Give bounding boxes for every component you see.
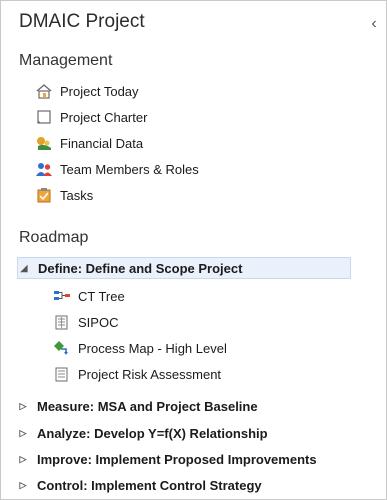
sipoc-icon bbox=[53, 314, 71, 330]
roadmap-phase-analyze[interactable]: ▷ Analyze: Develop Y=f(X) Relationship bbox=[17, 422, 268, 444]
management-heading: Management bbox=[19, 52, 113, 69]
risk-doc-icon bbox=[53, 366, 71, 382]
phase-label: Define: Define and Scope Project bbox=[38, 260, 243, 276]
collapsed-arrow-icon[interactable]: ▷ bbox=[17, 480, 29, 491]
coins-icon bbox=[35, 135, 53, 151]
nav-item-label: Project Charter bbox=[60, 109, 148, 125]
nav-item-process-map[interactable]: Process Map - High Level bbox=[53, 337, 227, 359]
nav-item-label: SIPOC bbox=[78, 314, 119, 330]
process-map-icon bbox=[53, 340, 71, 356]
nav-item-team-members[interactable]: Team Members & Roles bbox=[35, 158, 199, 180]
nav-item-project-today[interactable]: Project Today bbox=[35, 80, 139, 102]
collapsed-arrow-icon[interactable]: ▷ bbox=[17, 454, 29, 465]
nav-item-tasks[interactable]: Tasks bbox=[35, 184, 93, 206]
tasks-icon bbox=[35, 187, 53, 203]
panel-title: DMAIC Project bbox=[19, 11, 145, 32]
expanded-arrow-icon[interactable]: ◢ bbox=[18, 263, 30, 274]
collapse-panel-button[interactable]: ‹ bbox=[367, 15, 381, 33]
nav-item-label: Project Risk Assessment bbox=[78, 366, 222, 382]
nav-item-financial-data[interactable]: Financial Data bbox=[35, 132, 143, 154]
nav-item-label: Project Today bbox=[60, 83, 139, 99]
phase-label: Measure: MSA and Project Baseline bbox=[37, 398, 258, 414]
roadmap-phase-improve[interactable]: ▷ Improve: Implement Proposed Improvemen… bbox=[17, 448, 317, 470]
dmaic-project-panel: DMAIC Project ‹ Management Project Today… bbox=[0, 0, 387, 500]
phase-label: Analyze: Develop Y=f(X) Relationship bbox=[37, 425, 268, 441]
nav-item-label: Process Map - High Level bbox=[78, 340, 227, 356]
roadmap-phase-measure[interactable]: ▷ Measure: MSA and Project Baseline bbox=[17, 395, 258, 417]
collapsed-arrow-icon[interactable]: ▷ bbox=[17, 401, 29, 412]
nav-item-label: Team Members & Roles bbox=[60, 161, 199, 177]
nav-item-ct-tree[interactable]: CT Tree bbox=[53, 285, 125, 307]
house-icon bbox=[35, 83, 53, 99]
people-icon bbox=[35, 161, 53, 177]
collapsed-arrow-icon[interactable]: ▷ bbox=[17, 428, 29, 439]
roadmap-heading: Roadmap bbox=[19, 229, 89, 246]
nav-item-label: Tasks bbox=[60, 187, 94, 203]
phase-label: Control: Implement Control Strategy bbox=[37, 477, 262, 493]
phase-label: Improve: Implement Proposed Improvements bbox=[37, 451, 317, 467]
nav-item-sipoc[interactable]: SIPOC bbox=[53, 311, 118, 333]
nav-item-label: CT Tree bbox=[78, 288, 125, 304]
nav-item-project-charter[interactable]: Project Charter bbox=[35, 106, 147, 128]
roadmap-phase-define[interactable]: ◢ Define: Define and Scope Project bbox=[17, 257, 351, 279]
ct-tree-icon bbox=[53, 288, 71, 304]
document-icon bbox=[35, 109, 53, 125]
nav-item-label: Financial Data bbox=[60, 135, 144, 151]
nav-item-project-risk-assessment[interactable]: Project Risk Assessment bbox=[53, 363, 221, 385]
roadmap-phase-control[interactable]: ▷ Control: Implement Control Strategy bbox=[17, 474, 262, 496]
